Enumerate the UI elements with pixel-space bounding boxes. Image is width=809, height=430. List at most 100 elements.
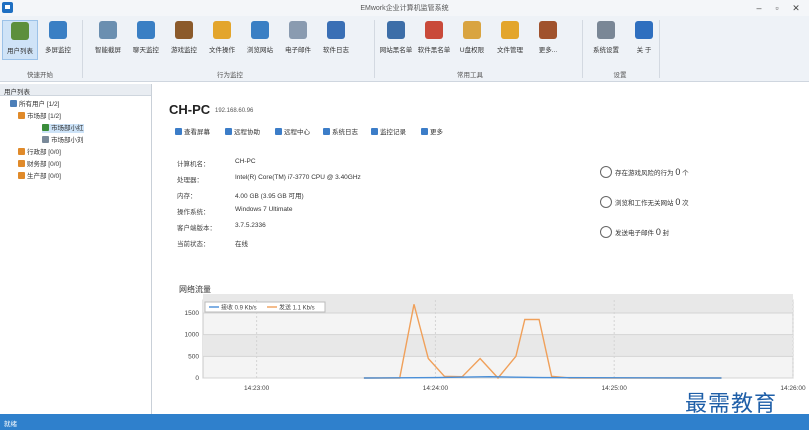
ribbon-button-screenshot[interactable]: 智能截屏 bbox=[90, 20, 126, 60]
ribbon-button-log[interactable]: 软件日志 bbox=[318, 20, 354, 60]
ribbon-button-label: 软件日志 bbox=[323, 47, 349, 54]
ribbon-button-mail[interactable]: 电子邮件 bbox=[280, 20, 316, 60]
app-window: EMwork企业计算机监管系统 – ▫ ✕ 快速开始 行为监控 常用工具 设置 … bbox=[0, 0, 809, 430]
ribbon-button-briefcase[interactable]: 更多... bbox=[530, 20, 566, 60]
group-separator bbox=[82, 20, 83, 78]
ribbon-button-label: 游戏监控 bbox=[171, 47, 197, 54]
info-value: Windows 7 Ultimate bbox=[235, 206, 293, 213]
game-icon bbox=[175, 21, 193, 39]
compass-icon bbox=[600, 196, 612, 208]
y-tick-label: 1500 bbox=[185, 310, 200, 317]
action-label: 远程中心 bbox=[284, 129, 310, 136]
action-search[interactable]: 监控记录 bbox=[371, 126, 406, 136]
restore-icon[interactable]: ▫ bbox=[770, 1, 784, 15]
ribbon-button-gear[interactable]: 系统设置 bbox=[588, 20, 624, 60]
ribbon-button-chat[interactable]: 聊天监控 bbox=[128, 20, 164, 60]
ribbon-button-users[interactable]: 用户列表 bbox=[2, 20, 38, 60]
pc-ip: 192.168.60.96 bbox=[215, 108, 254, 114]
watermark-logo: 最需教育 bbox=[685, 392, 778, 417]
ribbon-button-globe[interactable]: 网站黑名单 bbox=[378, 20, 414, 60]
tree-item[interactable]: 行政部 [0/0] bbox=[18, 148, 61, 157]
ribbon-button-label: 关 于 bbox=[636, 47, 652, 54]
ribbon-button-label: 智能截屏 bbox=[95, 47, 121, 54]
risk-label: 浏览和工作无关网站 bbox=[615, 200, 674, 207]
usb-icon bbox=[463, 21, 481, 39]
ribbon-button-game[interactable]: 游戏监控 bbox=[166, 20, 202, 60]
remote-icon bbox=[225, 128, 232, 135]
ribbon-button-folder[interactable]: 文件操作 bbox=[204, 20, 240, 60]
ribbon-button-label: 系统设置 bbox=[593, 47, 619, 54]
legend-entry: 接收 0.9 Kb/s bbox=[221, 304, 257, 312]
user-offline-icon bbox=[42, 136, 49, 143]
folder-icon bbox=[213, 21, 231, 39]
list-icon bbox=[421, 128, 428, 135]
risk-stat: 存在游戏风险的行为 0 个 bbox=[600, 166, 689, 178]
tree-item-label: 市场部小红 bbox=[51, 125, 84, 132]
ribbon-button-app-block[interactable]: 软件黑名单 bbox=[416, 20, 452, 60]
x-tick-label: 14:25:00 bbox=[602, 385, 628, 392]
user-list-header: 用户列表 bbox=[0, 84, 151, 96]
info-icon bbox=[635, 21, 653, 39]
info-key: 当前状态： bbox=[177, 241, 210, 248]
action-label: 系统日志 bbox=[332, 129, 358, 136]
minimize-icon[interactable]: – bbox=[752, 1, 766, 15]
department-icon bbox=[18, 172, 25, 179]
close-icon[interactable]: ✕ bbox=[789, 1, 803, 15]
mail-icon bbox=[289, 21, 307, 39]
department-icon bbox=[18, 112, 25, 119]
action-label: 监控记录 bbox=[380, 129, 406, 136]
users-icon bbox=[11, 22, 29, 40]
info-key: 处理器： bbox=[177, 177, 203, 184]
ribbon-button-compass[interactable]: 浏览网站 bbox=[242, 20, 278, 60]
tree-item[interactable]: 生产部 [0/0] bbox=[18, 172, 61, 181]
risk-unit: 次 bbox=[682, 200, 689, 207]
ribbon-button-label: 电子邮件 bbox=[285, 47, 311, 54]
action-list[interactable]: 更多 bbox=[421, 126, 443, 136]
pc-name: CH-PC bbox=[169, 102, 211, 117]
info-value: 4.00 GB (3.95 GB 可用) bbox=[235, 193, 304, 200]
department-icon bbox=[18, 160, 25, 167]
tree-item[interactable]: 市场部 [1/2] bbox=[18, 112, 61, 121]
risk-label: 发送电子邮件 bbox=[615, 230, 654, 237]
risk-unit: 封 bbox=[662, 230, 670, 237]
ribbon-button-label: 文件操作 bbox=[209, 47, 235, 54]
grid-band bbox=[203, 334, 793, 357]
risk-stat: 发送电子邮件 0 封 bbox=[600, 226, 669, 238]
group-separator bbox=[374, 20, 375, 78]
action-label: 更多 bbox=[430, 129, 443, 136]
action-remote-center[interactable]: 远程中心 bbox=[275, 126, 310, 136]
ribbon-button-info[interactable]: 关 于 bbox=[626, 20, 662, 60]
tree-item[interactable]: 所有用户 [1/2] bbox=[10, 100, 59, 109]
ribbon-button-multi-screen[interactable]: 多屏监控 bbox=[40, 20, 76, 60]
tree-item[interactable]: 财务部 [0/0] bbox=[18, 160, 61, 169]
risk-count: 0 bbox=[675, 167, 681, 177]
group-label-settings: 设置 bbox=[613, 72, 627, 79]
risk-stat: 浏览和工作无关网站 0 次 bbox=[600, 196, 689, 208]
user-list-pane: 用户列表 所有用户 [1/2] 市场部 [1/2] 市场部小红市场部小刘行政部 [0… bbox=[0, 84, 152, 414]
risk-label: 存在游戏风险的行为 bbox=[615, 170, 674, 177]
syslog-icon bbox=[323, 128, 330, 135]
action-monitor[interactable]: 查看屏幕 bbox=[175, 126, 210, 136]
search-icon bbox=[371, 128, 378, 135]
globe-icon bbox=[387, 21, 405, 39]
tree-item-label: 行政部 [0/0] bbox=[27, 149, 61, 156]
tree-item-label: 市场部小刘 bbox=[51, 137, 84, 144]
tree-item[interactable]: 市场部小红 bbox=[42, 124, 84, 133]
info-value: 在线 bbox=[235, 241, 248, 248]
status-text: 就绪 bbox=[4, 421, 17, 428]
tree-item[interactable]: 市场部小刘 bbox=[42, 136, 84, 145]
ribbon-toolbar: 快速开始 行为监控 常用工具 设置 用户列表 多屏监控 智能截屏 聊天监控 游戏监控 文件… bbox=[0, 16, 809, 82]
ribbon-button-file-manage[interactable]: 文件管理 bbox=[492, 20, 528, 60]
action-remote[interactable]: 远程协助 bbox=[225, 126, 260, 136]
tree-item-label: 财务部 [0/0] bbox=[27, 161, 61, 168]
y-tick-label: 500 bbox=[188, 353, 199, 360]
group-label-quick-start: 快速开始 bbox=[27, 72, 53, 79]
action-syslog[interactable]: 系统日志 bbox=[323, 126, 358, 136]
ribbon-button-usb[interactable]: U盘权限 bbox=[454, 20, 490, 60]
lock-icon bbox=[600, 166, 612, 178]
department-icon bbox=[18, 148, 25, 155]
ribbon-button-label: 更多... bbox=[538, 47, 558, 54]
screenshot-icon bbox=[99, 21, 117, 39]
y-tick-label: 1000 bbox=[185, 332, 200, 339]
action-label: 查看屏幕 bbox=[184, 129, 210, 136]
